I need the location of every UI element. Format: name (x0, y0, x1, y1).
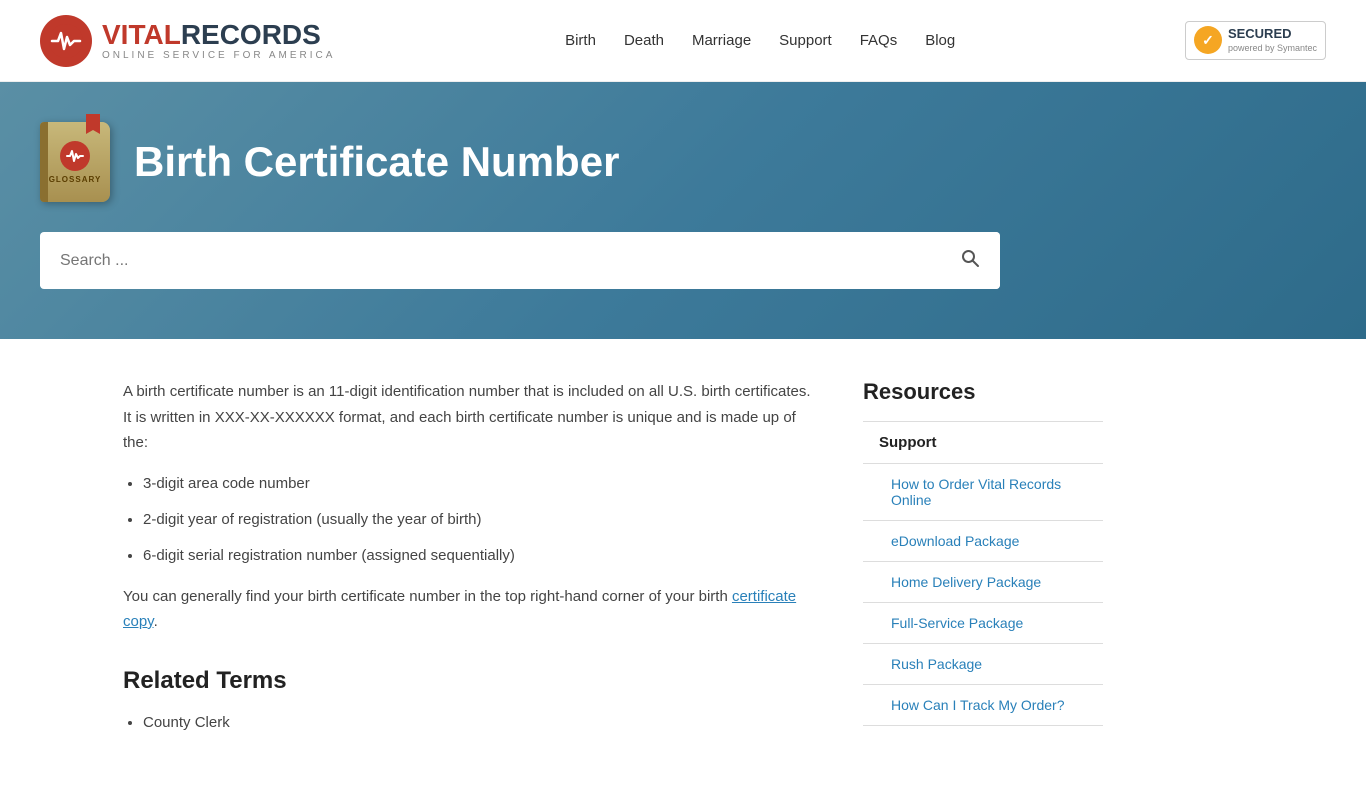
sidebar-resources-list: SupportHow to Order Vital Records Online… (863, 421, 1103, 726)
logo-area: VITALRECORDS ONLINE SERVICE FOR AMERICA (40, 15, 335, 67)
main-content: A birth certificate number is an 11-digi… (83, 339, 1283, 791)
hero-section: GLOSSARY Birth Certificate Number (0, 82, 1366, 339)
location-end: . (154, 613, 158, 630)
logo-brand: VITALRECORDS (102, 20, 335, 51)
book-heartbeat-icon (60, 141, 90, 171)
related-terms-list: County Clerk (143, 711, 823, 735)
sidebar-child-item[interactable]: eDownload Package (863, 521, 1103, 562)
sidebar-parent-item: Support (863, 422, 1103, 464)
location-paragraph: You can generally find your birth certif… (123, 584, 823, 635)
related-term-item: County Clerk (143, 711, 823, 735)
sidebar-child-item[interactable]: Home Delivery Package (863, 562, 1103, 603)
nav-death[interactable]: Death (624, 32, 664, 49)
main-nav: Birth Death Marriage Support FAQs Blog (565, 32, 955, 49)
norton-badge: ✓ SECURED powered by Symantec (1185, 21, 1326, 60)
intro-paragraph: A birth certificate number is an 11-digi… (123, 379, 823, 456)
norton-secured: SECURED (1228, 26, 1317, 43)
norton-powered: powered by Symantec (1228, 43, 1317, 55)
norton-text: SECURED powered by Symantec (1228, 26, 1317, 55)
nav-birth[interactable]: Birth (565, 32, 596, 49)
hero-title-area: GLOSSARY Birth Certificate Number (40, 122, 1326, 202)
search-bar (40, 232, 1000, 289)
bullet-item-2: 2-digit year of registration (usually th… (143, 508, 823, 532)
logo-vital: VITAL (102, 19, 181, 50)
sidebar-title: Resources (863, 379, 1103, 405)
logo-icon (40, 15, 92, 67)
sidebar-child-item[interactable]: How to Order Vital Records Online (863, 464, 1103, 521)
bullet-item-1: 3-digit area code number (143, 472, 823, 496)
related-terms-title: Related Terms (123, 667, 823, 695)
search-input[interactable] (40, 236, 940, 286)
related-terms-section: Related Terms County Clerk (123, 667, 823, 735)
bullet-list: 3-digit area code number 2-digit year of… (143, 472, 823, 568)
sidebar-child-item[interactable]: How Can I Track My Order? (863, 685, 1103, 726)
logo-text: VITALRECORDS ONLINE SERVICE FOR AMERICA (102, 20, 335, 62)
sidebar-child-item[interactable]: Full-Service Package (863, 603, 1103, 644)
site-header: VITALRECORDS ONLINE SERVICE FOR AMERICA … (0, 0, 1366, 82)
glossary-book-icon: GLOSSARY (40, 122, 110, 202)
search-button[interactable] (940, 232, 1000, 289)
nav-blog[interactable]: Blog (925, 32, 955, 49)
location-text: You can generally find your birth certif… (123, 588, 732, 605)
bullet-item-3: 6-digit serial registration number (assi… (143, 544, 823, 568)
article: A birth certificate number is an 11-digi… (123, 379, 823, 751)
logo-records: RECORDS (181, 19, 321, 50)
nav-faqs[interactable]: FAQs (860, 32, 898, 49)
logo-sub: ONLINE SERVICE FOR AMERICA (102, 50, 335, 61)
book-label: GLOSSARY (49, 175, 102, 184)
nav-marriage[interactable]: Marriage (692, 32, 751, 49)
bookmark-icon (86, 114, 100, 134)
page-title: Birth Certificate Number (134, 138, 619, 186)
sidebar-child-item[interactable]: Rush Package (863, 644, 1103, 685)
nav-support[interactable]: Support (779, 32, 832, 49)
norton-check-icon: ✓ (1194, 26, 1222, 54)
sidebar: Resources SupportHow to Order Vital Reco… (863, 379, 1103, 751)
